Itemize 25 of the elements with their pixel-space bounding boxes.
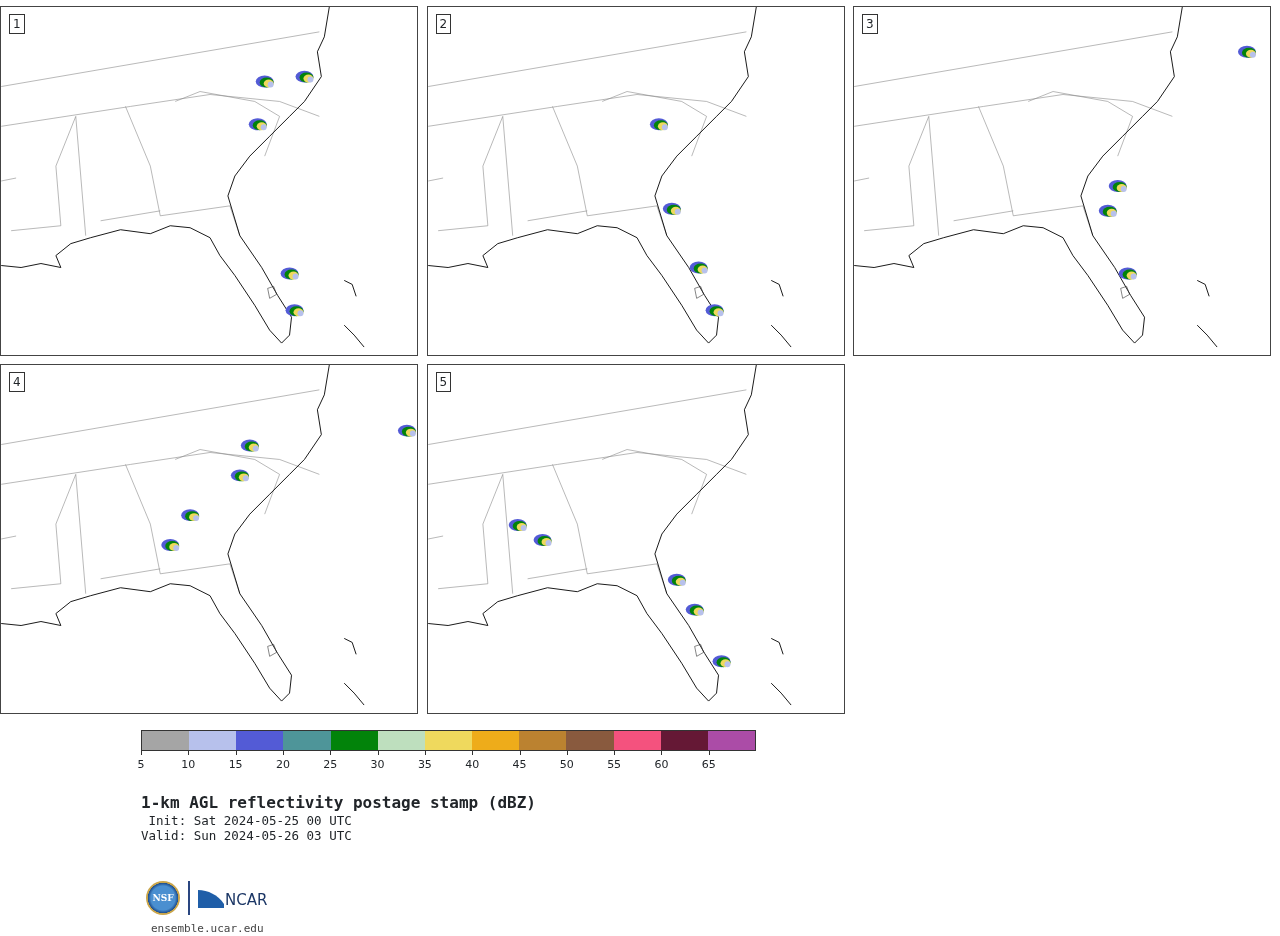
tick-label: 25: [323, 758, 338, 771]
tick-label: 55: [607, 758, 622, 771]
init-time: Init: Sat 2024-05-25 00 UTC: [147, 813, 353, 828]
logo-text: NCAR: [225, 892, 268, 908]
chart-title: 1-km AGL reflectivity postage stamp (dBZ): [141, 793, 537, 813]
website-url: ensemble.ucar.edu: [151, 922, 264, 935]
tick-label: 50: [559, 758, 574, 771]
swoosh-icon: [198, 888, 224, 908]
tick-label: 10: [181, 758, 196, 771]
tick-label: 40: [465, 758, 480, 771]
tick-label: 20: [275, 758, 290, 771]
tick-label: 35: [417, 758, 432, 771]
tick-label: 65: [701, 758, 716, 771]
tick-label: 30: [370, 758, 385, 771]
panel-number: 2: [435, 14, 452, 34]
panel-number: 4: [9, 372, 25, 392]
panel-number: 3: [862, 14, 878, 34]
tick-label: 60: [654, 758, 669, 771]
panel-number: 5: [435, 372, 452, 392]
tick-label: 5: [137, 758, 145, 771]
tick-label: 15: [228, 758, 243, 771]
panel-number: 1: [9, 14, 25, 34]
seal-logo: NSF: [146, 881, 180, 915]
valid-time: Valid: Sun 2024-05-26 03 UTC: [141, 828, 353, 843]
tick-label: 45: [512, 758, 527, 771]
